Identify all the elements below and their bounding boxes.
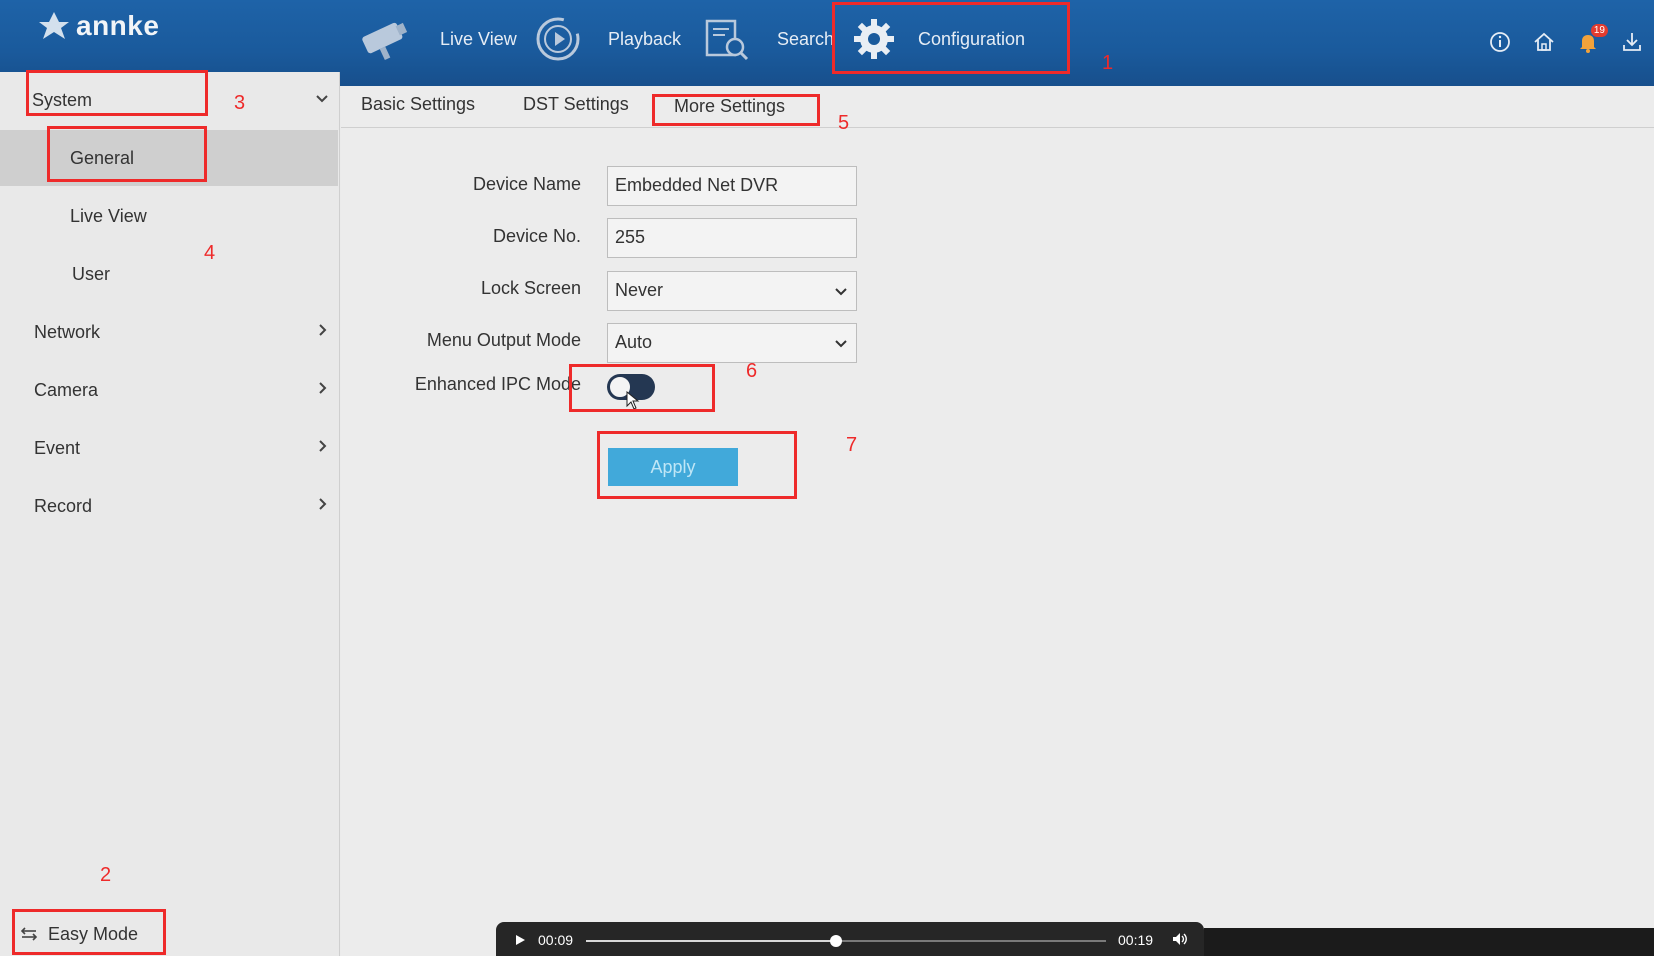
nav-label: Playback <box>608 28 682 49</box>
top-right-icons: 19 <box>1488 24 1644 54</box>
menu-output-mode-select[interactable]: Auto <box>607 323 857 363</box>
device-name-field[interactable]: Embedded Net DVR <box>607 166 857 206</box>
playback-icon <box>536 17 580 61</box>
annotation-number: 3 <box>234 92 246 114</box>
nav-live-view[interactable]: Live View <box>356 10 517 68</box>
video-player-controls: 00:09 00:19 <box>496 922 1204 956</box>
sidebar-item-label: Camera <box>34 379 99 400</box>
progress-fill <box>586 940 836 942</box>
device-name-label: Device Name <box>472 174 581 194</box>
total-time: 00:19 <box>1118 932 1154 948</box>
notification-badge: 19 <box>1590 24 1608 37</box>
annotation-number: 5 <box>838 112 850 134</box>
logo-icon <box>39 12 69 39</box>
chevron-down-icon <box>316 95 328 103</box>
settings-tabs: Basic Settings DST Settings More Setting… <box>341 86 1654 128</box>
sidebar-item-network[interactable]: Network <box>0 304 338 360</box>
notifications[interactable]: 19 <box>1576 24 1608 54</box>
info-icon[interactable] <box>1488 30 1512 54</box>
device-no-label: Device No. <box>492 226 581 246</box>
chevron-down-icon <box>835 288 847 296</box>
logo-text: annke <box>76 10 160 41</box>
sidebar-item-user[interactable]: User <box>0 246 338 302</box>
nav-playback[interactable]: Playback <box>534 10 681 68</box>
nav-search[interactable]: Search <box>703 10 834 68</box>
tab-dst-settings[interactable]: DST Settings <box>523 94 629 124</box>
sidebar-item-event[interactable]: Event <box>0 420 338 476</box>
annotation-box-system <box>26 70 208 116</box>
device-no-field[interactable]: 255 <box>607 218 857 258</box>
volume-icon[interactable] <box>1172 932 1188 946</box>
sidebar-item-label: Record <box>34 495 93 516</box>
progress-thumb[interactable] <box>829 935 842 947</box>
annotation-number: 2 <box>100 864 112 886</box>
chevron-right-icon <box>319 324 327 336</box>
current-time: 00:09 <box>538 932 574 948</box>
menu-output-mode-label: Menu Output Mode <box>426 330 581 350</box>
download-icon[interactable] <box>1620 30 1644 54</box>
home-icon[interactable] <box>1532 30 1556 54</box>
annotation-number: 1 <box>1102 52 1114 74</box>
brand-logo: annke <box>36 8 159 44</box>
camera-icon <box>362 22 408 61</box>
sidebar-item-label: Live View <box>70 205 147 226</box>
sidebar-item-live-view[interactable]: Live View <box>0 188 338 244</box>
lock-screen-label: Lock Screen <box>480 278 581 298</box>
annotation-box-easy-mode <box>12 909 166 955</box>
nav-label: Search <box>777 28 835 49</box>
sidebar: System General Live View User Network Ca… <box>0 72 340 956</box>
annotation-box-general <box>47 126 207 182</box>
sidebar-item-label: User <box>72 263 111 284</box>
main-content: Basic Settings DST Settings More Setting… <box>341 86 1654 956</box>
menu-output-mode-value: Auto <box>615 332 653 352</box>
annotation-number: 6 <box>746 360 758 382</box>
chevron-down-icon <box>835 340 847 348</box>
progress-track[interactable] <box>586 935 1106 947</box>
enhanced-ipc-mode-label: Enhanced IPC Mode <box>414 374 581 394</box>
annotation-box-apply <box>597 431 797 499</box>
search-icon <box>705 19 749 61</box>
sidebar-item-record[interactable]: Record <box>0 478 338 534</box>
annotation-box-more-settings <box>652 94 820 126</box>
nav-label: Live View <box>440 28 517 49</box>
annotation-number: 4 <box>204 242 216 264</box>
play-icon[interactable] <box>514 934 526 946</box>
annotation-box-enhanced-ipc <box>569 364 715 412</box>
annotation-box-configuration <box>832 2 1070 74</box>
sidebar-item-label: Network <box>34 321 101 342</box>
annotation-number: 7 <box>846 434 858 456</box>
screen-edge-shadow <box>1204 928 1654 956</box>
tab-basic-settings[interactable]: Basic Settings <box>361 94 475 124</box>
chevron-right-icon <box>319 498 327 510</box>
sidebar-item-label: Event <box>34 437 81 458</box>
chevron-right-icon <box>319 440 327 452</box>
lock-screen-value: Never <box>615 280 664 300</box>
chevron-right-icon <box>319 382 327 394</box>
sidebar-item-camera[interactable]: Camera <box>0 362 338 418</box>
lock-screen-select[interactable]: Never <box>607 271 857 311</box>
